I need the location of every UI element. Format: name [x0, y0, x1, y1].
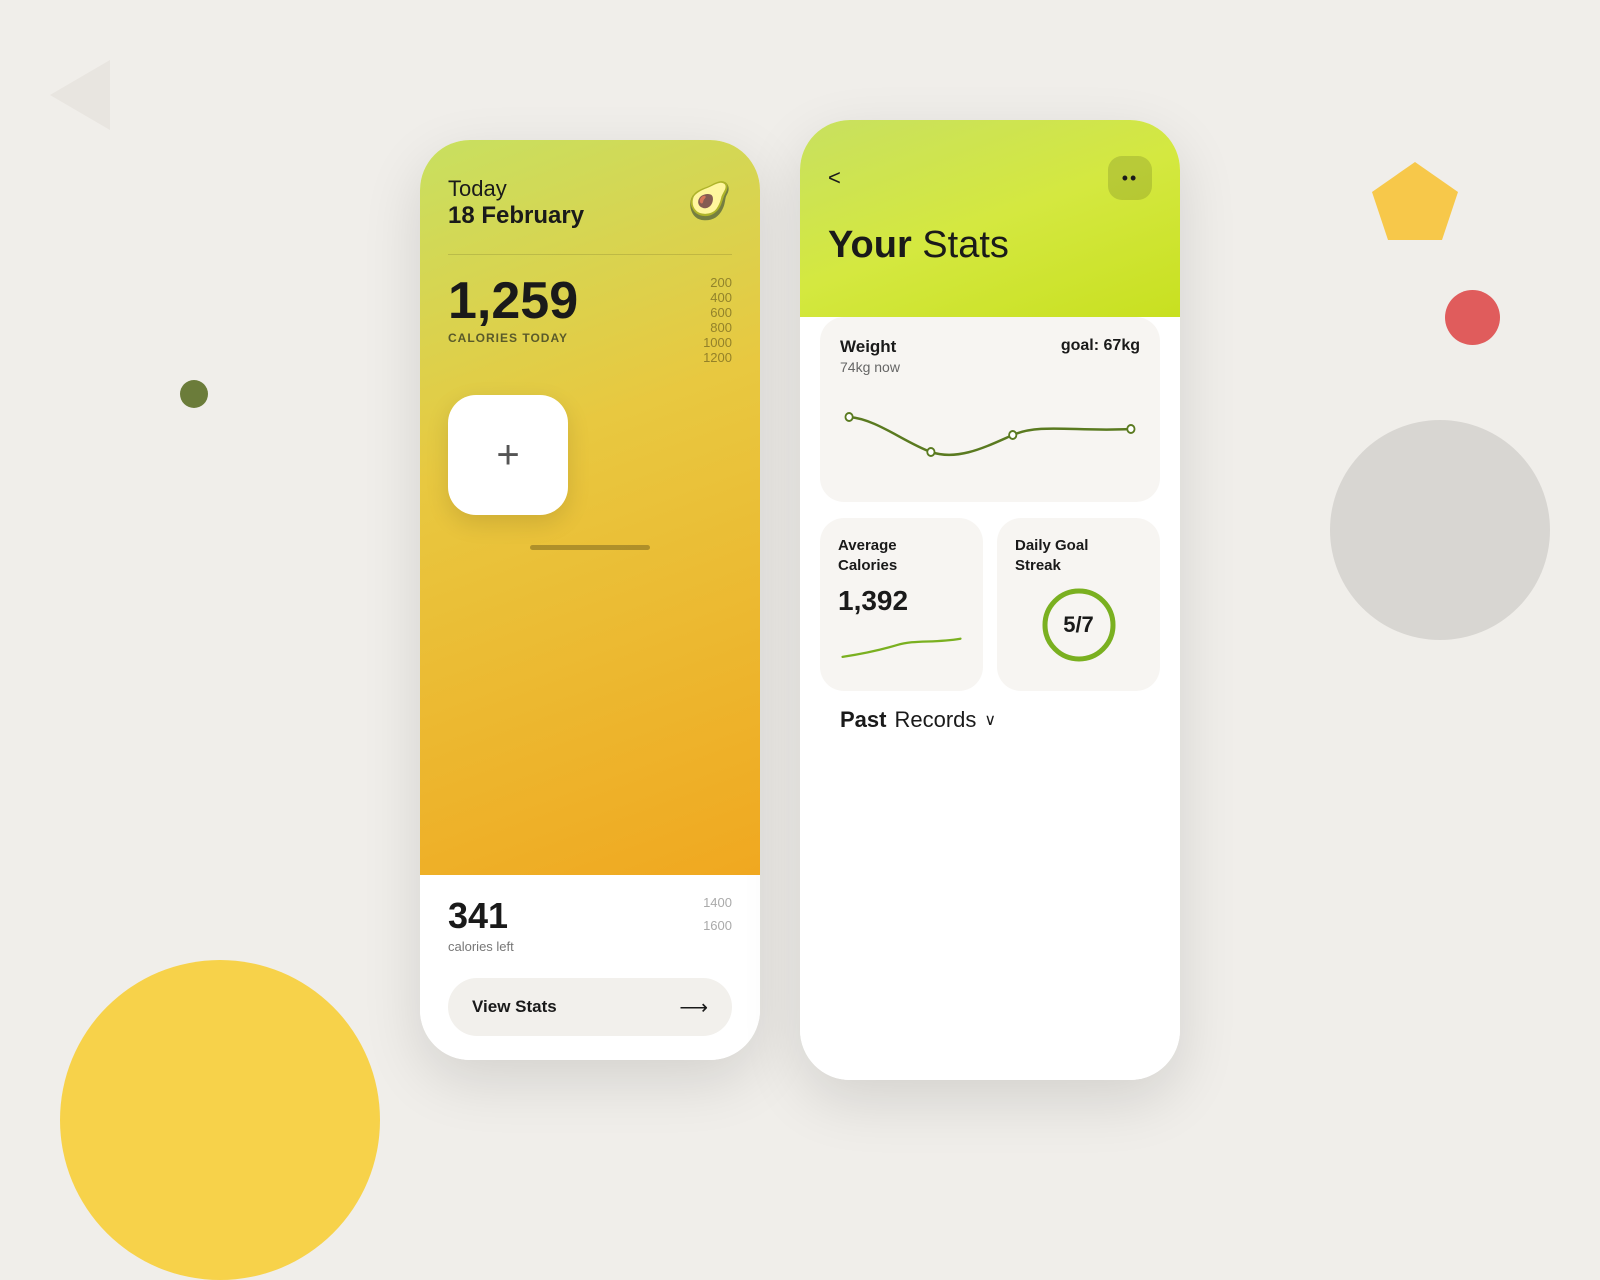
calories-label: CALORIES TODAY	[448, 331, 578, 345]
stats-title-bold: Your	[828, 224, 912, 266]
calories-left-value: 341	[448, 895, 514, 937]
view-stats-button[interactable]: View Stats ⟶	[448, 978, 732, 1036]
avocado-icon: 🥑	[687, 180, 732, 222]
scale-1600: 1600	[703, 918, 732, 933]
avg-calories-chart	[838, 623, 965, 668]
home-indicator	[530, 545, 650, 550]
date-label: 18 February	[448, 202, 584, 230]
phone-left: Today 18 February 🥑 1,259 CALORIES TODAY…	[420, 140, 760, 1060]
avg-calories-title: AverageCalories	[838, 536, 965, 575]
green-dot-decoration	[180, 380, 208, 408]
chevron-down-icon: ∨	[984, 710, 996, 730]
past-records-button[interactable]: Past Records ∨	[820, 691, 1160, 733]
play-icon	[50, 60, 110, 130]
scale-800: 800	[703, 320, 732, 335]
daily-goal-card: Daily GoalStreak 5/7	[997, 518, 1160, 691]
red-circle-decoration	[1445, 290, 1500, 345]
scale-600: 600	[703, 305, 732, 320]
phones-container: Today 18 February 🥑 1,259 CALORIES TODAY…	[420, 120, 1180, 1080]
past-records-bold: Past	[840, 707, 886, 733]
calories-left-section: 341 calories left 1400 1600	[448, 895, 732, 954]
more-dots-icon: ••	[1122, 168, 1139, 189]
today-label: Today	[448, 176, 584, 202]
scale-1400: 1400	[703, 895, 732, 910]
streak-value: 5/7	[1063, 612, 1094, 638]
scale-1200: 1200	[703, 350, 732, 365]
phone-left-header: Today 18 February 🥑	[448, 176, 732, 230]
past-records-normal: Records	[894, 707, 976, 733]
view-stats-label: View Stats	[472, 997, 557, 1017]
divider	[448, 254, 732, 255]
bottom-cards: AverageCalories 1,392 Daily GoalStreak	[820, 518, 1160, 691]
phone-left-top: Today 18 February 🥑 1,259 CALORIES TODAY…	[420, 140, 760, 875]
weight-card: Weight 74kg now goal: 67kg	[820, 317, 1160, 502]
yellow-circle-decoration	[60, 960, 380, 1280]
scale-labels-left: 200 400 600 800 1000 1200	[703, 275, 732, 365]
add-food-button[interactable]: +	[448, 395, 568, 515]
scale-1000: 1000	[703, 335, 732, 350]
goal-value: 67kg	[1104, 337, 1140, 354]
arrow-right-icon: ⟶	[679, 995, 708, 1020]
calories-info: 1,259 CALORIES TODAY	[448, 275, 578, 345]
date-section: Today 18 February	[448, 176, 584, 230]
weight-goal: goal: 67kg	[1061, 337, 1140, 375]
stats-title: Your Stats	[828, 224, 1152, 267]
gray-circle-decoration	[1330, 420, 1550, 640]
phone-left-bottom: 341 calories left 1400 1600 View Stats ⟶	[420, 875, 760, 1060]
calories-value: 1,259	[448, 275, 578, 327]
phone-right-top: < •• Your Stats	[800, 120, 1180, 317]
plus-icon: +	[496, 435, 519, 475]
stats-title-normal: Stats	[912, 224, 1009, 266]
calories-left-label: calories left	[448, 939, 514, 954]
streak-container: 5/7	[1015, 585, 1142, 665]
scale-200: 200	[703, 275, 732, 290]
calories-section: 1,259 CALORIES TODAY 200 400 600 800 100…	[448, 275, 732, 365]
phone-right-content: Weight 74kg now goal: 67kg	[800, 317, 1180, 1080]
phone-right: < •• Your Stats Weight 74kg now goal:	[800, 120, 1180, 1080]
scale-400: 400	[703, 290, 732, 305]
scale-right: 1400 1600	[703, 895, 732, 933]
goal-label: goal:	[1061, 337, 1099, 354]
stats-navigation: < ••	[828, 156, 1152, 200]
weight-info: Weight 74kg now	[840, 337, 900, 375]
avg-calories-card: AverageCalories 1,392	[820, 518, 983, 691]
calories-remaining: 341 calories left	[448, 895, 514, 954]
weight-now: 74kg now	[840, 359, 900, 375]
weight-title: Weight	[840, 337, 900, 357]
back-button[interactable]: <	[828, 165, 841, 191]
pentagon-decoration	[1370, 160, 1460, 245]
streak-circle: 5/7	[1039, 585, 1119, 665]
weight-header: Weight 74kg now goal: 67kg	[840, 337, 1140, 375]
avg-calories-value: 1,392	[838, 585, 965, 617]
daily-goal-title: Daily GoalStreak	[1015, 536, 1142, 575]
more-button[interactable]: ••	[1108, 156, 1152, 200]
weight-chart	[840, 387, 1140, 477]
